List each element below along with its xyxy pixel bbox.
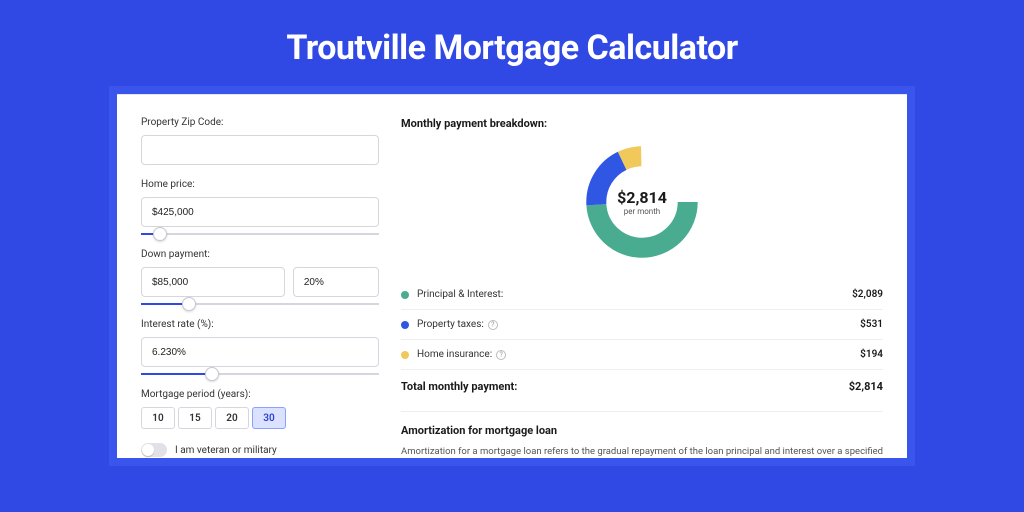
help-icon[interactable]: ? (496, 350, 506, 360)
dot-icon (401, 351, 409, 359)
interest-rate-label: Interest rate (%): (141, 319, 379, 330)
breakdown-row-insurance: Home insurance: ? $194 (401, 340, 883, 370)
zip-label: Property Zip Code: (141, 117, 379, 128)
down-payment-label: Down payment: (141, 249, 379, 260)
breakdown-value: $2,089 (852, 289, 883, 300)
breakdown-label: Principal & Interest: (417, 289, 852, 300)
period-field: Mortgage period (years): 10 15 20 30 (141, 389, 379, 429)
down-payment-slider[interactable] (141, 303, 379, 305)
down-payment-input[interactable] (141, 267, 285, 297)
form-column: Property Zip Code: Home price: Down paym… (141, 117, 379, 458)
period-button-20[interactable]: 20 (215, 407, 249, 429)
donut-sub: per month (617, 207, 667, 216)
slider-thumb-icon[interactable] (153, 227, 167, 241)
breakdown-label: Home insurance: ? (417, 349, 860, 360)
total-value: $2,814 (849, 380, 883, 393)
down-payment-pct-input[interactable] (293, 267, 379, 297)
breakdown-label: Property taxes: ? (417, 319, 860, 330)
breakdown-column: Monthly payment breakdown: $2,814 per mo… (401, 117, 883, 458)
breakdown-label-text: Property taxes: (417, 319, 484, 330)
home-price-input[interactable] (141, 197, 379, 227)
calculator-card: Property Zip Code: Home price: Down paym… (117, 94, 907, 458)
veteran-row: I am veteran or military (141, 443, 379, 457)
help-icon[interactable]: ? (488, 320, 498, 330)
home-price-label: Home price: (141, 179, 379, 190)
amortization-box: Amortization for mortgage loan Amortizat… (401, 411, 883, 458)
period-button-15[interactable]: 15 (178, 407, 212, 429)
period-buttons: 10 15 20 30 (141, 407, 379, 429)
interest-rate-input[interactable] (141, 337, 379, 367)
down-payment-field: Down payment: (141, 249, 379, 305)
interest-rate-slider[interactable] (141, 373, 379, 375)
period-button-10[interactable]: 10 (141, 407, 175, 429)
dot-icon (401, 291, 409, 299)
page-title: Troutville Mortgage Calculator (0, 0, 1024, 94)
amortization-title: Amortization for mortgage loan (401, 424, 883, 437)
breakdown-title: Monthly payment breakdown: (401, 117, 883, 130)
zip-input[interactable] (141, 135, 379, 165)
total-label: Total monthly payment: (401, 380, 517, 393)
slider-thumb-icon[interactable] (205, 367, 219, 381)
donut-chart: $2,814 per month (401, 142, 883, 262)
interest-rate-field: Interest rate (%): (141, 319, 379, 375)
total-row: Total monthly payment: $2,814 (401, 370, 883, 405)
amortization-text: Amortization for a mortgage loan refers … (401, 445, 883, 458)
breakdown-row-taxes: Property taxes: ? $531 (401, 310, 883, 340)
period-label: Mortgage period (years): (141, 389, 379, 400)
period-button-30[interactable]: 30 (252, 407, 286, 429)
donut-center: $2,814 per month (617, 188, 667, 216)
veteran-toggle[interactable] (141, 443, 167, 457)
breakdown-row-principal: Principal & Interest: $2,089 (401, 280, 883, 310)
home-price-field: Home price: (141, 179, 379, 235)
zip-field: Property Zip Code: (141, 117, 379, 165)
breakdown-value: $531 (860, 319, 883, 330)
veteran-label: I am veteran or military (175, 445, 277, 456)
dot-icon (401, 321, 409, 329)
breakdown-value: $194 (860, 349, 883, 360)
donut-amount: $2,814 (617, 188, 667, 207)
breakdown-label-text: Home insurance: (417, 349, 492, 360)
breakdown-label-text: Principal & Interest: (417, 289, 503, 300)
slider-thumb-icon[interactable] (182, 297, 196, 311)
home-price-slider[interactable] (141, 233, 379, 235)
